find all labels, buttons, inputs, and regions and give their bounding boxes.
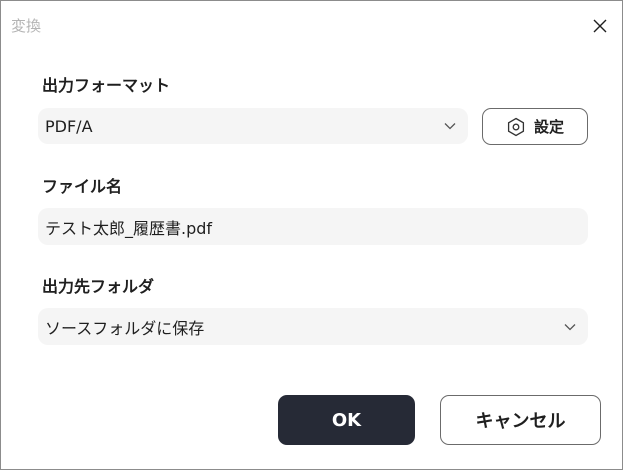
gear-icon (507, 117, 525, 136)
chevron-down-icon (444, 122, 456, 130)
file-name-value: テスト太郎_履歴書.pdf (45, 218, 213, 238)
close-icon (593, 19, 607, 33)
output-format-label: 出力フォーマット (42, 76, 171, 95)
output-folder-label: 出力先フォルダ (42, 277, 155, 296)
output-folder-value: ソースフォルダに保存 (45, 318, 205, 338)
close-button[interactable] (585, 11, 615, 41)
convert-dialog: 変換 出力フォーマット PDF/A 設定 ファイル名 テスト太郎_履歴書.pdf… (0, 0, 623, 470)
chevron-down-icon (564, 323, 576, 331)
file-name-input[interactable]: テスト太郎_履歴書.pdf (38, 208, 588, 245)
dialog-title: 変換 (11, 17, 42, 35)
ok-button[interactable]: OK (278, 395, 415, 445)
file-name-label: ファイル名 (42, 177, 123, 196)
output-format-select[interactable]: PDF/A (38, 108, 468, 144)
output-folder-select[interactable]: ソースフォルダに保存 (38, 308, 588, 345)
output-format-value: PDF/A (45, 116, 93, 136)
cancel-button[interactable]: キャンセル (440, 395, 601, 445)
settings-button[interactable]: 設定 (482, 108, 588, 145)
settings-button-label: 設定 (533, 118, 564, 136)
